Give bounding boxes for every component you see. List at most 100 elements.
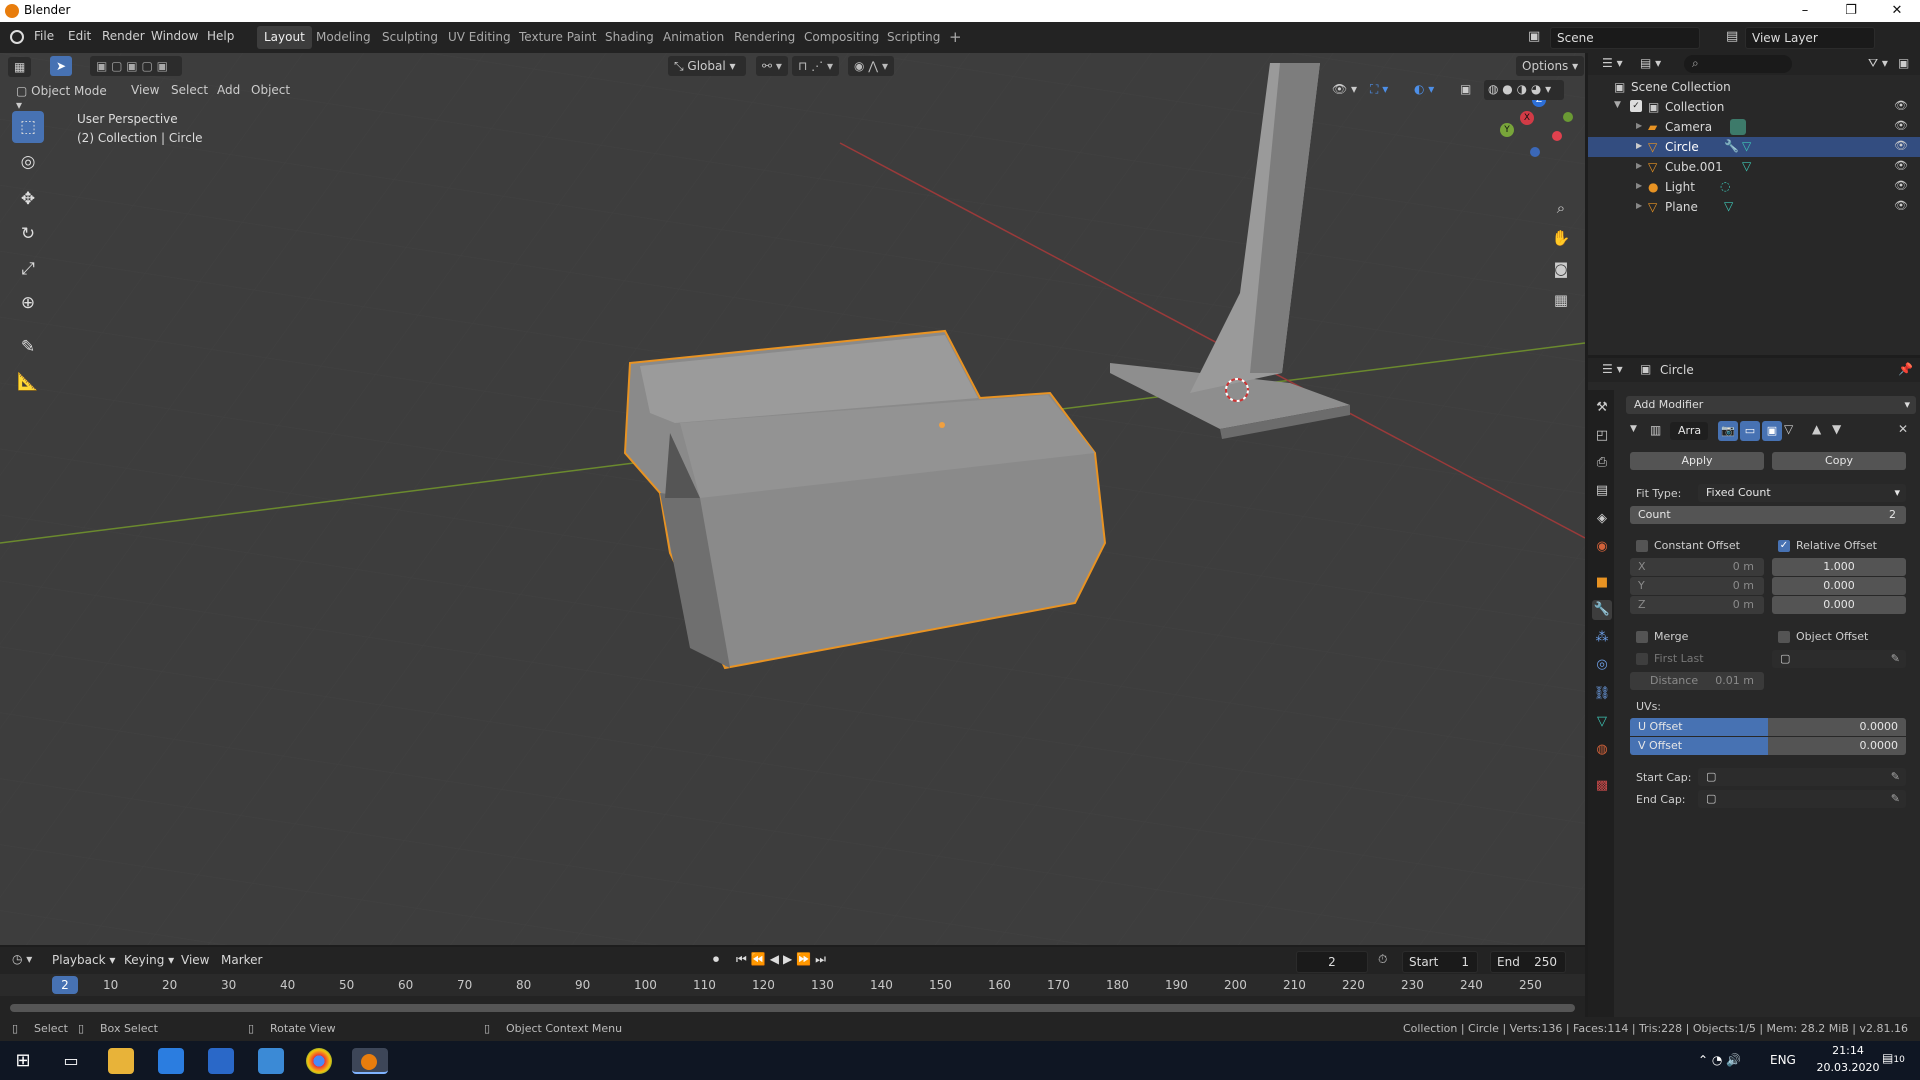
close-button[interactable]: ✕ xyxy=(1874,0,1920,22)
outliner-item-cube[interactable]: ▶ ▽ Cube.001 ▽ 👁 xyxy=(1588,157,1920,177)
3d-viewport[interactable]: User Perspective (2) Collection | Circle… xyxy=(0,53,1585,945)
options-dropdown[interactable]: Options ▾ xyxy=(1516,56,1585,76)
transform-orientation-dropdown[interactable]: ⤡ Global ▾ xyxy=(668,56,746,76)
maximize-button[interactable]: ❐ xyxy=(1828,0,1874,22)
tab-rendering[interactable]: Rendering xyxy=(727,26,802,49)
menu-render[interactable]: Render xyxy=(102,29,145,43)
outliner-scene-collection[interactable]: ▣ Scene Collection xyxy=(1588,77,1920,97)
menu-view[interactable]: View xyxy=(131,83,159,97)
tab-sculpting[interactable]: Sculpting xyxy=(375,26,445,49)
marker-menu[interactable]: Marker xyxy=(221,953,262,967)
preview-range-icon[interactable]: ⏱ xyxy=(1378,952,1387,967)
gizmo-x-axis[interactable]: X xyxy=(1520,111,1534,125)
outliner-item-plane[interactable]: ▶ ▽ Plane ▽ 👁 xyxy=(1588,197,1920,217)
relative-offset-y[interactable]: 0.000 xyxy=(1772,577,1906,595)
eye-icon[interactable]: 👁 xyxy=(1894,139,1908,152)
annotate-tool-icon[interactable]: ✎ xyxy=(12,331,44,363)
tab-animation[interactable]: Animation xyxy=(656,26,731,49)
blender-taskbar-icon[interactable] xyxy=(352,1048,388,1074)
minimize-button[interactable]: – xyxy=(1782,0,1828,22)
playback-controls[interactable]: ⏮⏪◀▶⏩⏭ xyxy=(736,952,830,967)
menu-add[interactable]: Add xyxy=(217,83,240,97)
relative-offset-checkbox[interactable]: ✓ xyxy=(1778,540,1790,552)
playhead[interactable]: 2 xyxy=(52,976,78,994)
eyedropper-icon[interactable]: ✎ xyxy=(1891,792,1900,805)
gizmo-neg-z[interactable] xyxy=(1530,147,1540,157)
particles-tab-icon[interactable]: ⁂ xyxy=(1592,628,1612,648)
constant-offset-z[interactable]: Z 0 m xyxy=(1630,596,1764,614)
move-down-icon[interactable]: ▼ xyxy=(1832,422,1841,436)
tray-icons[interactable]: ⌃ ◔ 🔊 xyxy=(1698,1053,1741,1067)
store-icon[interactable] xyxy=(158,1048,184,1074)
chrome-icon[interactable] xyxy=(306,1048,332,1074)
filter-icon[interactable]: ⛛ ▾ xyxy=(1868,56,1888,71)
tab-uv-editing[interactable]: UV Editing xyxy=(441,26,518,49)
u-offset-slider[interactable]: U Offset 0.0000 xyxy=(1630,718,1906,736)
remove-modifier-icon[interactable]: ✕ xyxy=(1898,422,1908,436)
tab-shading[interactable]: Shading xyxy=(598,26,661,49)
start-frame-field[interactable]: Start 1 xyxy=(1402,951,1478,973)
add-modifier-dropdown[interactable]: Add Modifier ▾ xyxy=(1626,396,1916,414)
fit-type-dropdown[interactable]: Fixed Count ▾ xyxy=(1698,484,1906,502)
select-mode-buttons[interactable]: ▣ ▢ ▣ ▢ ▣ xyxy=(90,56,182,76)
outliner-search-input[interactable]: ⌕ xyxy=(1684,55,1792,73)
end-cap-field[interactable]: ▢ ✎ xyxy=(1698,790,1906,808)
pan-hand-icon[interactable]: ✋ xyxy=(1548,225,1574,251)
view-layer-selector[interactable]: View Layer xyxy=(1745,27,1875,49)
pivot-icon[interactable]: ⚯ ▾ xyxy=(756,56,788,76)
relative-offset-x[interactable]: 1.000 xyxy=(1772,558,1906,576)
camera-view-icon[interactable]: ◙ xyxy=(1548,256,1574,282)
visibility-icon[interactable]: 👁 ▾ xyxy=(1332,82,1357,96)
pin-icon[interactable]: 📌 xyxy=(1898,362,1913,376)
keying-menu[interactable]: Keying ▾ xyxy=(124,953,174,967)
shading-modes[interactable]: ◍ ● ◑ ◕ ▾ xyxy=(1484,80,1564,100)
eyedropper-icon[interactable]: ✎ xyxy=(1891,652,1900,665)
measure-tool-icon[interactable]: 📐 xyxy=(12,366,44,398)
clock-time[interactable]: 21:14 xyxy=(1818,1044,1878,1057)
transform-tool-icon[interactable]: ⊕ xyxy=(12,287,44,319)
first-last-checkbox[interactable] xyxy=(1636,653,1648,665)
render-tab-icon[interactable]: ◰ xyxy=(1592,426,1612,446)
tab-compositing[interactable]: Compositing xyxy=(797,26,886,49)
collection-checkbox[interactable]: ✓ xyxy=(1630,100,1642,112)
overlays-icon[interactable]: ◐ ▾ xyxy=(1414,82,1434,96)
object-mode-dropdown[interactable]: ▢ Object Mode ▾ xyxy=(10,81,118,112)
move-up-icon[interactable]: ▲ xyxy=(1812,422,1821,436)
scene-selector[interactable]: Scene xyxy=(1550,27,1700,49)
app-icon[interactable] xyxy=(258,1048,284,1074)
outliner-item-light[interactable]: ▶ ● Light ◌ 👁 xyxy=(1588,177,1920,197)
task-view-icon[interactable]: ▭ xyxy=(58,1048,84,1074)
new-collection-icon[interactable]: ▣ xyxy=(1898,56,1909,70)
expand-icon[interactable]: ▼ xyxy=(1614,100,1621,110)
tab-modeling[interactable]: Modeling xyxy=(309,26,378,49)
display-mode-icon[interactable]: ▤ ▾ xyxy=(1640,56,1661,70)
scene-tab-icon[interactable]: ◈ xyxy=(1592,509,1612,529)
windows-start-icon[interactable]: ⊞ xyxy=(10,1048,36,1074)
outliner-editor-icon[interactable]: ☰ ▾ xyxy=(1602,56,1623,70)
material-tab-icon[interactable]: ◍ xyxy=(1592,740,1612,760)
menu-select[interactable]: Select xyxy=(171,83,208,97)
count-field[interactable]: Count 2 xyxy=(1630,506,1906,524)
timeline-ruler[interactable]: 2 10 20 30 40 50 60 70 80 90 100 110 120 130 140 150 16… xyxy=(0,974,1585,1012)
render-toggle-icon[interactable]: 📷 xyxy=(1718,421,1738,441)
constant-offset-y[interactable]: Y 0 m xyxy=(1630,577,1764,595)
xray-icon[interactable]: ▣ xyxy=(1460,82,1471,96)
output-tab-icon[interactable]: ⎙ xyxy=(1592,453,1612,473)
gizmos-icon[interactable]: ⛶ ▾ xyxy=(1370,82,1388,97)
tool-tab-icon[interactable]: ⚒ xyxy=(1592,398,1612,418)
constant-offset-x[interactable]: X 0 m xyxy=(1630,558,1764,576)
notifications-icon[interactable]: ▤10 xyxy=(1882,1051,1905,1065)
current-frame-field[interactable]: 2 xyxy=(1296,951,1368,973)
apply-button[interactable]: Apply xyxy=(1630,452,1764,470)
timeline-view-menu[interactable]: View xyxy=(181,953,209,967)
expand-icon[interactable]: ▶ xyxy=(1636,181,1642,190)
record-icon[interactable]: ⏺ xyxy=(713,952,719,967)
outliner-item-circle[interactable]: ▶ ▽ Circle 🔧 ▽ 👁 xyxy=(1588,137,1920,157)
file-explorer-icon[interactable] xyxy=(108,1048,134,1074)
collapse-icon[interactable]: ▼ xyxy=(1630,424,1637,434)
texture-tab-icon[interactable]: ▩ xyxy=(1592,776,1612,796)
cage-toggle-icon[interactable]: ▽ xyxy=(1784,422,1793,436)
eye-icon[interactable]: 👁 xyxy=(1894,199,1908,212)
select-box-tool-icon[interactable]: ⬚ xyxy=(12,111,44,143)
clock-date[interactable]: 20.03.2020 xyxy=(1806,1061,1890,1074)
